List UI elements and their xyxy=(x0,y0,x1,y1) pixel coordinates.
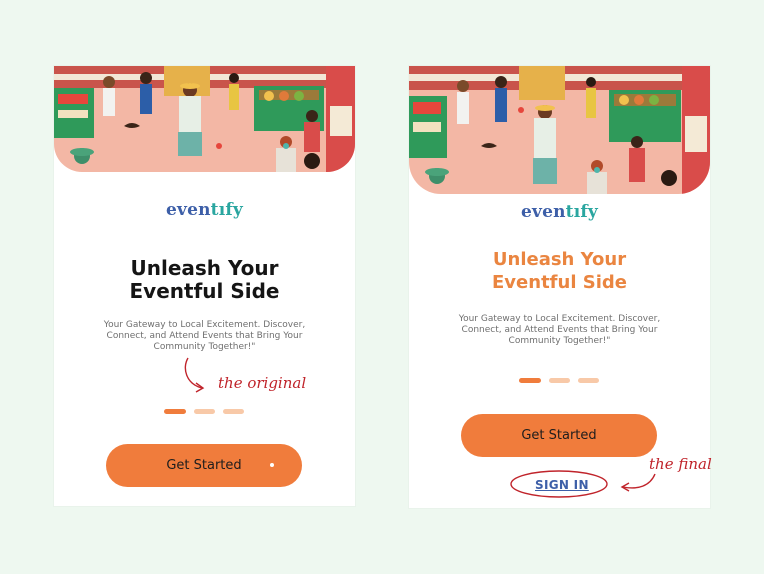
annotation-layer xyxy=(184,357,656,498)
arrow-original xyxy=(184,357,203,389)
annotation-final: the final xyxy=(649,455,712,473)
highlight-ellipse xyxy=(510,470,608,498)
arrow-final xyxy=(622,473,656,489)
annotation-original: the original xyxy=(218,374,307,392)
